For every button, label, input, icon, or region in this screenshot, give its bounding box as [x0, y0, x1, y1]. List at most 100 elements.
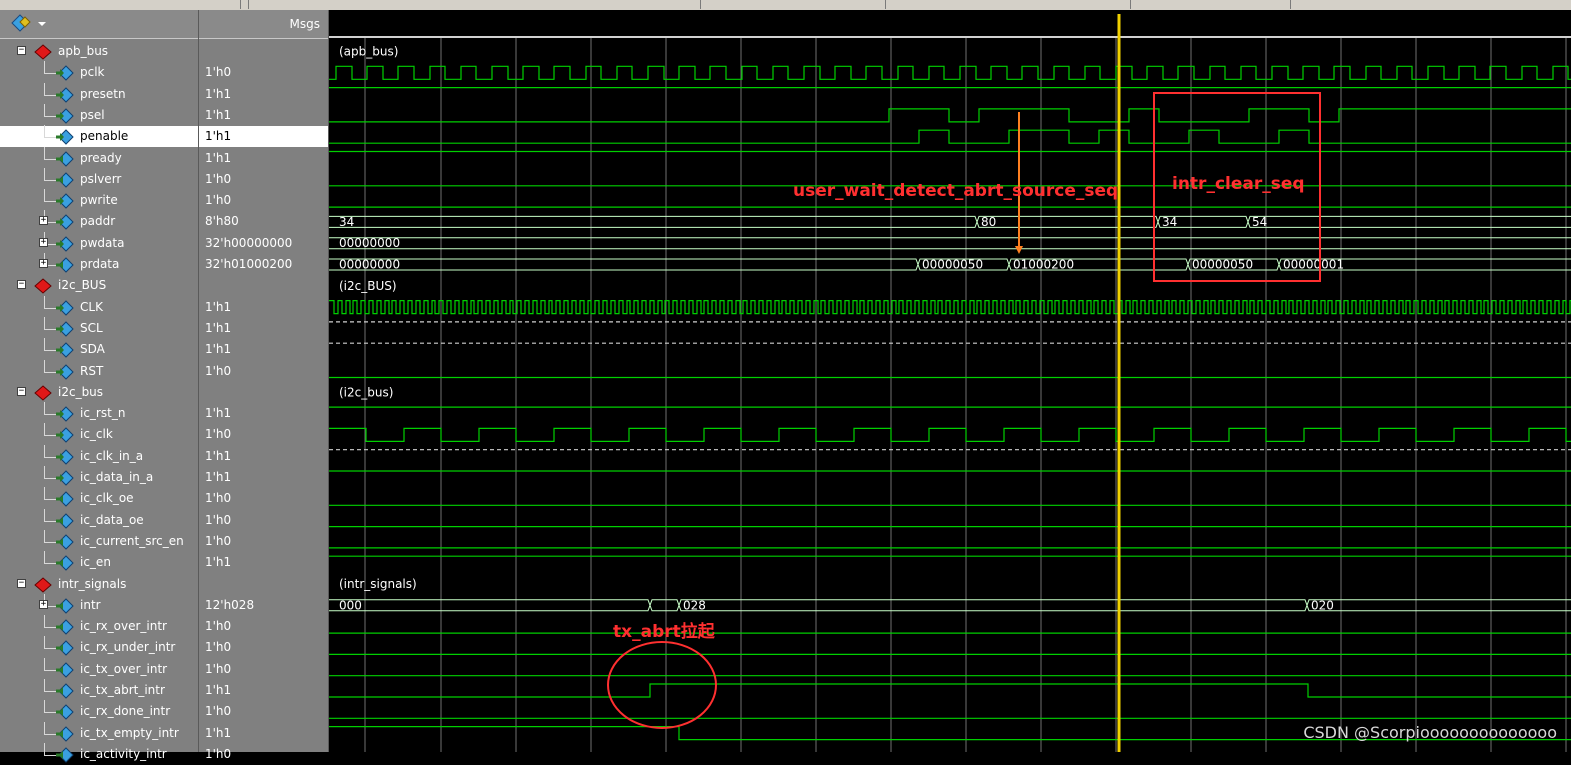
expand-icon[interactable]: +: [39, 599, 48, 609]
collapse-icon[interactable]: −: [17, 578, 26, 588]
value-cell[interactable]: 1'h1: [199, 403, 328, 424]
signal-row-RST[interactable]: RST: [0, 359, 198, 382]
wave-ic_clk: [329, 427, 1571, 442]
value-cell[interactable]: [199, 275, 328, 296]
signal-row-psel[interactable]: psel: [0, 103, 198, 126]
value-cell[interactable]: 1'h1: [199, 680, 328, 701]
value-cell[interactable]: 1'h1: [199, 446, 328, 467]
value-cell[interactable]: 1'h1: [199, 723, 328, 744]
signal-row-intr_signals[interactable]: − intr_signals: [0, 574, 198, 595]
signal-name: ic_clk: [80, 427, 113, 442]
waveform-canvas[interactable]: (apb_bus) 34 80 34 54 00000000 00000000 0000005…: [329, 10, 1571, 752]
output-signal-icon: [56, 661, 74, 678]
signal-value: 1'h0: [205, 704, 232, 719]
collapse-icon[interactable]: −: [17, 386, 26, 396]
signal-value: 1'h1: [205, 342, 232, 357]
value-cell[interactable]: 12'h028: [199, 595, 328, 616]
bus-value-text: 34: [1162, 215, 1177, 229]
signal-row-ic_activity_intr[interactable]: ic_activity_intr: [0, 742, 198, 765]
value-cell[interactable]: [199, 41, 328, 62]
value-cell[interactable]: [199, 574, 328, 595]
expand-icon[interactable]: +: [39, 216, 48, 226]
signal-row-ic_en[interactable]: ic_en: [0, 551, 198, 573]
signal-row-pwdata[interactable]: + pwdata: [0, 231, 198, 254]
wave-CLK: [329, 300, 1571, 315]
output-signal-icon: [56, 640, 74, 657]
input-signal-icon: [56, 448, 74, 465]
value-cell[interactable]: 1'h1: [199, 126, 328, 148]
signal-row-SCL[interactable]: SCL: [0, 316, 198, 339]
value-cell[interactable]: 1'h1: [199, 105, 328, 126]
signal-row-pwrite[interactable]: pwrite: [0, 189, 198, 211]
value-cell[interactable]: 32'h00000000: [199, 233, 328, 254]
value-cell[interactable]: 1'h1: [199, 339, 328, 360]
value-cell[interactable]: 1'h0: [199, 531, 328, 552]
value-cell[interactable]: 1'h0: [199, 637, 328, 658]
signal-row-CLK[interactable]: CLK: [0, 295, 198, 318]
value-cell[interactable]: 1'h0: [199, 190, 328, 211]
signal-name: ic_tx_abrt_intr: [80, 683, 165, 697]
signal-value: 1'h0: [205, 746, 232, 761]
value-cell[interactable]: 8'h80: [199, 211, 328, 232]
value-cell[interactable]: 1'h0: [199, 744, 328, 765]
expand-icon[interactable]: +: [39, 259, 48, 268]
group-label: (intr_signals): [339, 577, 417, 591]
signal-row-intr[interactable]: + intr: [0, 593, 198, 616]
value-cell[interactable]: 1'h0: [199, 424, 328, 445]
signal-row-presetn[interactable]: presetn: [0, 82, 198, 105]
signal-row-pslverr[interactable]: pslverr: [0, 167, 198, 190]
signal-row-ic_tx_over_intr[interactable]: ic_tx_over_intr: [0, 657, 198, 680]
input-signal-icon: [56, 214, 74, 231]
signal-row-penable[interactable]: penable: [0, 125, 198, 148]
signal-row-ic_rx_over_intr[interactable]: ic_rx_over_intr: [0, 615, 198, 637]
expand-icon[interactable]: +: [39, 237, 48, 247]
signal-name: ic_rx_done_intr: [80, 704, 171, 719]
signal-row-pclk[interactable]: pclk: [0, 61, 198, 83]
collapse-icon[interactable]: −: [17, 46, 26, 55]
watermark: CSDN @Scorpioooooooooooooo: [1303, 723, 1557, 742]
tree-connector: [44, 82, 45, 95]
value-cell[interactable]: 1'h0: [199, 361, 328, 382]
signal-row-paddr[interactable]: + paddr: [0, 210, 198, 232]
value-cell[interactable]: 1'h0: [199, 62, 328, 83]
signal-row-ic_rx_done_intr[interactable]: ic_rx_done_intr: [0, 700, 198, 722]
tree-connector: [44, 350, 56, 352]
value-cell[interactable]: 1'h1: [199, 84, 328, 105]
value-cell[interactable]: 32'h01000200: [199, 254, 328, 275]
value-cell[interactable]: 1'h1: [199, 552, 328, 573]
value-cell[interactable]: 1'h0: [199, 701, 328, 722]
signal-row-SDA[interactable]: SDA: [0, 338, 198, 360]
value-cell[interactable]: 1'h0: [199, 659, 328, 680]
signal-row-ic_rst_n[interactable]: ic_rst_n: [0, 402, 198, 424]
signal-row-pready[interactable]: pready: [0, 146, 198, 169]
signal-row-ic_tx_empty_intr[interactable]: ic_tx_empty_intr: [0, 721, 198, 744]
signal-row-i2c_BUS[interactable]: − i2c_BUS: [0, 275, 198, 296]
signal-row-ic_data_oe[interactable]: ic_data_oe: [0, 508, 198, 531]
tree-connector: [44, 742, 45, 755]
signal-row-prdata[interactable]: + prdata: [0, 253, 198, 275]
waveform-pane[interactable]: (apb_bus) 34 80 34 54 00000000 00000000 0000005…: [329, 10, 1571, 752]
value-cell[interactable]: 1'h0: [199, 169, 328, 190]
tree-connector: [44, 137, 56, 139]
signal-row-ic_current_src_en[interactable]: ic_current_src_en: [0, 529, 198, 552]
signal-row-apb_bus[interactable]: − apb_bus: [0, 41, 198, 62]
collapse-icon[interactable]: −: [17, 280, 26, 290]
input-signal-icon: [56, 235, 74, 252]
value-cell[interactable]: 1'h1: [199, 318, 328, 339]
signal-name: pwrite: [80, 193, 118, 208]
value-cell[interactable]: 1'h1: [199, 148, 328, 169]
value-cell[interactable]: 1'h1: [199, 297, 328, 318]
value-cell[interactable]: 1'h0: [199, 616, 328, 637]
signal-row-ic_clk[interactable]: ic_clk: [0, 423, 198, 445]
wave-dropdown-icon[interactable]: [10, 13, 50, 35]
signal-row-ic_clk_in_a[interactable]: ic_clk_in_a: [0, 444, 198, 467]
signal-row-ic_data_in_a[interactable]: ic_data_in_a: [0, 466, 198, 488]
value-cell[interactable]: 1'h1: [199, 467, 328, 488]
signal-row-ic_rx_under_intr[interactable]: ic_rx_under_intr: [0, 636, 198, 658]
signal-row-ic_clk_oe[interactable]: ic_clk_oe: [0, 487, 198, 509]
value-cell[interactable]: [199, 382, 328, 403]
value-cell[interactable]: 1'h0: [199, 510, 328, 531]
signal-row-ic_tx_abrt_intr[interactable]: ic_tx_abrt_intr: [0, 679, 198, 701]
value-cell[interactable]: 1'h0: [199, 488, 328, 509]
signal-row-i2c_bus[interactable]: − i2c_bus: [0, 382, 198, 403]
